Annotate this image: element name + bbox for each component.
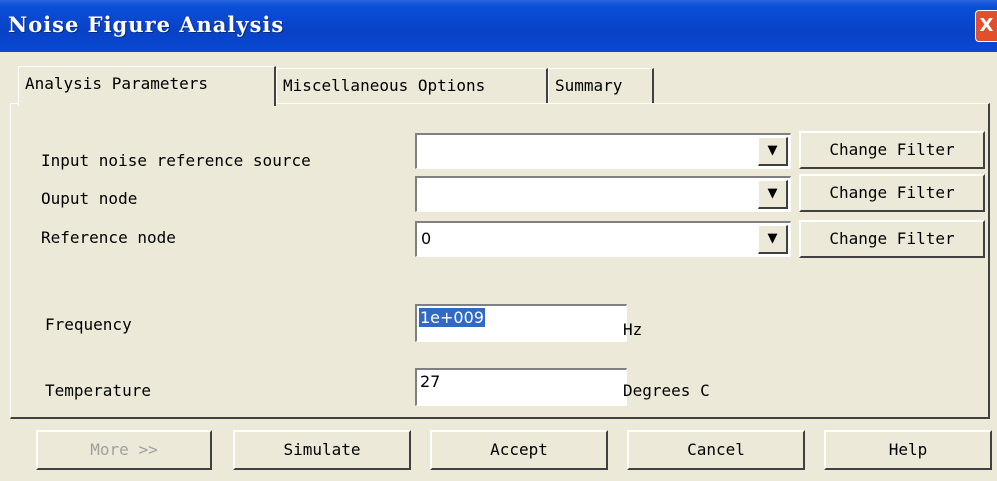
tab-miscellaneous-options[interactable]: Miscellaneous Options — [276, 68, 548, 104]
frequency-field[interactable]: 1e+009 — [415, 304, 627, 342]
dropdown-arrow-icon[interactable]: ▼ — [758, 180, 788, 209]
temperature-label: Temperature — [45, 381, 151, 400]
temperature-value: 27 — [420, 372, 441, 391]
tab-analysis-parameters[interactable]: Analysis Parameters — [18, 66, 276, 106]
window-title: Noise Figure Analysis — [8, 12, 285, 37]
tab-label: Analysis Parameters — [25, 74, 209, 93]
simulate-button[interactable]: Simulate — [233, 430, 411, 470]
more-button: More >> — [36, 430, 212, 470]
dropdown-arrow-icon[interactable]: ▼ — [758, 225, 788, 254]
output-node-combo[interactable]: ▼ — [415, 176, 791, 212]
dropdown-arrow-icon[interactable]: ▼ — [758, 137, 788, 166]
change-filter-button-input[interactable]: Change Filter — [799, 131, 985, 169]
frequency-value: 1e+009 — [419, 308, 485, 327]
cancel-button[interactable]: Cancel — [627, 430, 805, 470]
change-filter-button-output[interactable]: Change Filter — [799, 174, 985, 212]
reference-node-combo[interactable]: 0 ▼ — [415, 221, 791, 257]
tab-summary[interactable]: Summary — [548, 68, 654, 104]
tab-label: Summary — [555, 76, 623, 95]
frequency-label: Frequency — [45, 315, 132, 334]
temperature-unit: Degrees C — [623, 381, 710, 400]
title-bar: Noise Figure Analysis X — [0, 0, 997, 52]
reference-node-value: 0 — [421, 229, 432, 248]
frequency-unit: Hz — [623, 320, 643, 339]
tab-label: Miscellaneous Options — [283, 76, 486, 95]
change-filter-button-reference[interactable]: Change Filter — [799, 220, 985, 258]
close-icon[interactable]: X — [975, 10, 997, 42]
output-node-label: Ouput node — [41, 189, 138, 208]
input-source-label: Input noise reference source — [41, 151, 311, 170]
temperature-field[interactable]: 27 — [415, 368, 627, 406]
input-source-combo[interactable]: ▼ — [415, 133, 791, 169]
reference-node-label: Reference node — [41, 228, 176, 247]
analysis-parameters-panel: Input noise reference source ▼ Change Fi… — [10, 103, 990, 419]
accept-button[interactable]: Accept — [430, 430, 608, 470]
help-button[interactable]: Help — [824, 430, 992, 470]
